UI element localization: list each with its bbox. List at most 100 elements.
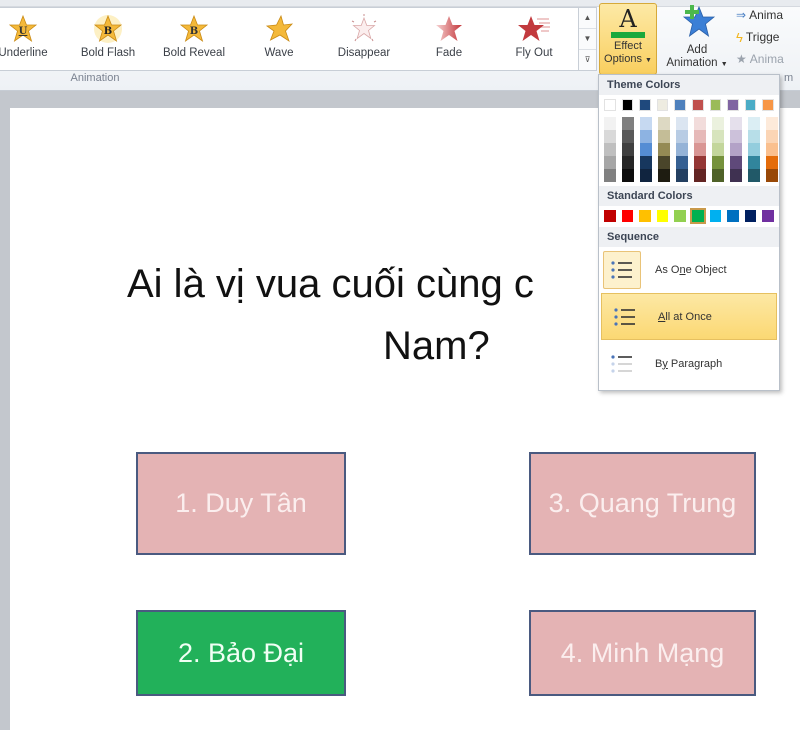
theme-shade-swatch[interactable]	[622, 117, 634, 130]
standard-color-swatch[interactable]	[656, 210, 669, 222]
gallery-item-disappear[interactable]: Disappear	[327, 12, 401, 68]
animation-painter-button[interactable]: ★ Anima	[736, 48, 800, 70]
theme-shade-swatch[interactable]	[712, 169, 724, 182]
theme-shade-swatch[interactable]	[694, 143, 706, 156]
theme-shade-swatch[interactable]	[658, 117, 670, 130]
theme-color-swatch[interactable]	[762, 99, 774, 111]
effect-options-button[interactable]: A Effect Options ▼	[599, 3, 657, 75]
theme-shade-swatch[interactable]	[622, 130, 634, 143]
standard-color-swatch[interactable]	[744, 210, 757, 222]
theme-shade-swatch[interactable]	[622, 156, 634, 169]
theme-shade-swatch[interactable]	[604, 143, 616, 156]
theme-color-swatch[interactable]	[691, 99, 704, 111]
theme-shade-swatch[interactable]	[730, 156, 742, 169]
theme-shade-swatch[interactable]	[766, 117, 778, 130]
theme-shade-swatch[interactable]	[604, 117, 616, 130]
theme-shade-swatch[interactable]	[712, 156, 724, 169]
gallery-item-fade[interactable]: Fade	[412, 12, 486, 68]
theme-shade-swatch[interactable]	[766, 143, 778, 156]
standard-color-swatch[interactable]	[727, 210, 739, 222]
effect-options-label-2: Options	[604, 53, 642, 65]
gallery-item-bold-flash[interactable]: B Bold Flash	[71, 12, 145, 68]
sequence-as-one-object[interactable]: As One Object	[599, 247, 779, 292]
theme-shade-swatch[interactable]	[748, 169, 760, 182]
theme-shade-swatch[interactable]	[730, 130, 742, 143]
theme-color-swatch[interactable]	[639, 99, 651, 111]
theme-shade-swatch[interactable]	[766, 156, 778, 169]
slide-title-line1[interactable]: Ai là vị vua cuối cùng c	[127, 253, 534, 315]
answer-box-3[interactable]: 3. Quang Trung	[529, 452, 756, 555]
theme-shade-swatch[interactable]	[694, 169, 706, 182]
theme-shade-swatch[interactable]	[766, 169, 778, 182]
answer-box-2-correct[interactable]: 2. Bảo Đại	[136, 610, 346, 696]
answer-box-1[interactable]: 1. Duy Tân	[136, 452, 346, 555]
add-animation-button[interactable]: Add Animation ▼	[662, 3, 732, 73]
gallery-item-wave[interactable]: Wave	[242, 12, 316, 68]
theme-shade-swatch[interactable]	[676, 169, 688, 182]
standard-color-swatch[interactable]	[762, 210, 774, 222]
theme-shade-swatch[interactable]	[694, 117, 706, 130]
theme-shade-swatch[interactable]	[622, 169, 634, 182]
theme-shade-swatch[interactable]	[730, 169, 742, 182]
theme-shade-swatch[interactable]	[694, 130, 706, 143]
standard-colors-header: Standard Colors	[599, 186, 779, 206]
theme-color-swatch[interactable]	[744, 99, 757, 111]
theme-shade-swatch[interactable]	[640, 143, 652, 156]
fly-out-star-icon	[518, 16, 550, 41]
standard-color-swatch[interactable]	[639, 210, 651, 222]
theme-shade-swatch[interactable]	[748, 156, 760, 169]
gallery-item-bold-reveal[interactable]: B Bold Reveal	[157, 12, 231, 68]
theme-shade-swatch[interactable]	[676, 143, 688, 156]
theme-shade-swatch[interactable]	[604, 130, 616, 143]
gallery-scroll-up-button[interactable]: ▲	[579, 8, 596, 29]
theme-shade-swatch[interactable]	[658, 169, 670, 182]
theme-color-swatch[interactable]	[709, 99, 722, 111]
theme-shade-swatch[interactable]	[640, 117, 652, 130]
gallery-scroll-down-button[interactable]: ▼	[579, 29, 596, 50]
trigger-label: Trigge	[745, 30, 780, 44]
theme-shade-swatch[interactable]	[622, 143, 634, 156]
theme-shade-swatch[interactable]	[640, 156, 652, 169]
gallery-more-button[interactable]: ⊽	[579, 50, 596, 70]
theme-shade-swatch[interactable]	[658, 156, 670, 169]
theme-color-swatch[interactable]	[604, 99, 616, 111]
standard-color-swatch[interactable]	[674, 210, 686, 222]
theme-shade-swatch[interactable]	[658, 130, 670, 143]
gallery-item-fly-out[interactable]: Fly Out	[497, 12, 571, 68]
theme-shade-swatch[interactable]	[604, 169, 616, 182]
theme-shade-swatch[interactable]	[658, 143, 670, 156]
sequence-all-at-once[interactable]: All at Once	[601, 293, 777, 340]
theme-color-swatch[interactable]	[621, 99, 634, 111]
animation-pane-button[interactable]: ⇒ Anima	[736, 4, 800, 26]
standard-color-swatch[interactable]	[709, 210, 722, 222]
theme-shade-swatch[interactable]	[676, 117, 688, 130]
gallery-item-underline[interactable]: U Underline	[0, 12, 60, 68]
theme-color-swatch[interactable]	[656, 99, 669, 111]
theme-shade-swatch[interactable]	[730, 143, 742, 156]
trigger-button[interactable]: ϟ Trigge	[736, 26, 800, 48]
theme-shade-swatch[interactable]	[712, 130, 724, 143]
theme-color-swatch[interactable]	[674, 99, 686, 111]
theme-shade-swatch[interactable]	[748, 117, 760, 130]
theme-shade-swatch[interactable]	[748, 143, 760, 156]
theme-shade-swatch[interactable]	[712, 117, 724, 130]
theme-shade-swatch[interactable]	[676, 156, 688, 169]
theme-shade-swatch[interactable]	[766, 130, 778, 143]
wave-star-icon	[265, 14, 294, 42]
theme-shade-swatch[interactable]	[676, 130, 688, 143]
theme-shade-swatch[interactable]	[640, 169, 652, 182]
standard-color-swatch[interactable]	[604, 210, 616, 222]
theme-shade-swatch[interactable]	[604, 156, 616, 169]
theme-color-swatch[interactable]	[727, 99, 739, 111]
theme-shade-swatch[interactable]	[748, 130, 760, 143]
theme-shade-swatch[interactable]	[730, 117, 742, 130]
list-all-at-once-icon	[606, 298, 644, 336]
sequence-by-paragraph[interactable]: By Paragraph	[599, 341, 779, 386]
standard-color-swatch-selected[interactable]	[690, 208, 706, 224]
slide-title-line2[interactable]: Nam?	[383, 315, 490, 377]
theme-shade-swatch[interactable]	[694, 156, 706, 169]
standard-color-swatch[interactable]	[621, 210, 634, 222]
theme-shade-swatch[interactable]	[712, 143, 724, 156]
theme-shade-swatch[interactable]	[640, 130, 652, 143]
answer-box-4[interactable]: 4. Minh Mạng	[529, 610, 756, 696]
